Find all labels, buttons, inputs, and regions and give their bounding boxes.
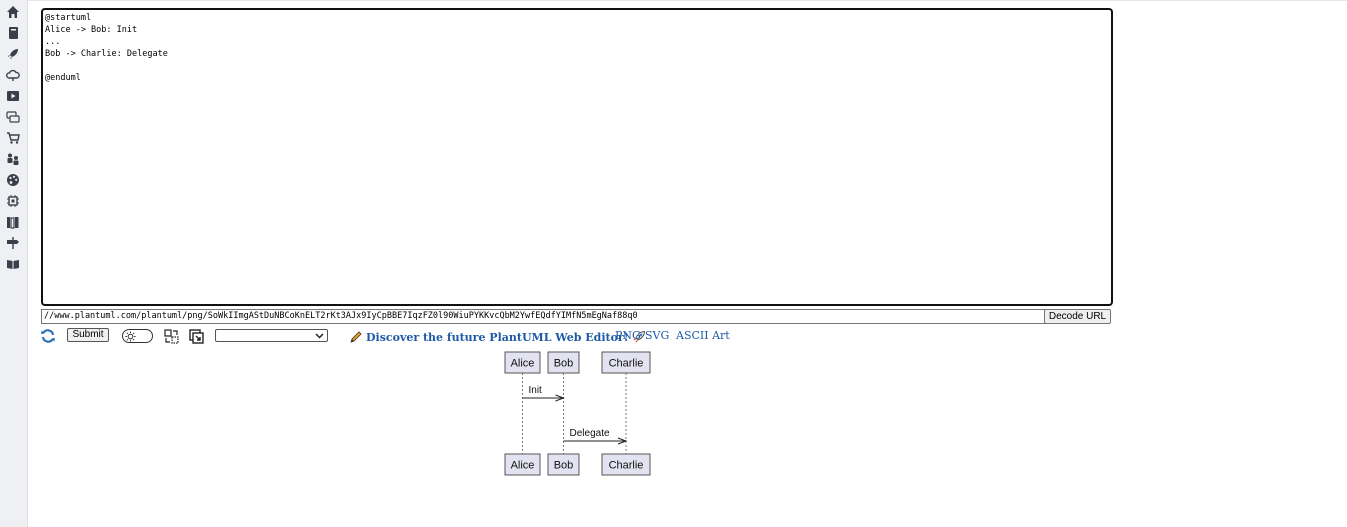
discover-text[interactable]: Discover the future PlantUML Web Editor! — [366, 331, 629, 344]
sidebar — [0, 0, 28, 527]
people-icon[interactable] — [6, 152, 20, 166]
decode-url-button[interactable]: Decode URL — [1044, 309, 1111, 324]
reader-icon[interactable] — [6, 257, 20, 271]
chat-icon[interactable] — [6, 110, 20, 124]
rocket-icon[interactable] — [6, 47, 20, 61]
ascii-art-link[interactable]: ASCII Art — [676, 329, 730, 342]
pencil-icon — [349, 330, 363, 344]
url-input[interactable]: //www.plantuml.com/plantuml/png/SoWkIImg… — [41, 309, 1046, 324]
book-icon[interactable] — [6, 26, 20, 40]
participant-label: Charlie — [609, 460, 644, 472]
example-select[interactable] — [215, 329, 328, 342]
message-label: Init — [529, 385, 543, 396]
library-icon[interactable] — [6, 215, 20, 229]
chip-icon[interactable] — [6, 194, 20, 208]
home-icon[interactable] — [6, 5, 20, 19]
participant-label: Alice — [511, 358, 535, 370]
participant-label: Bob — [554, 358, 574, 370]
split-view-icon[interactable] — [164, 329, 179, 344]
submit-button[interactable]: Submit — [67, 328, 109, 342]
chevron-down-icon — [315, 333, 324, 339]
theme-toggle[interactable] — [122, 329, 153, 343]
top-divider — [28, 0, 1347, 1]
sequence-diagram-canvas: Alice Alice Bob Bob Charlie Charlie Init Delega… — [504, 351, 651, 476]
cart-icon[interactable] — [6, 131, 20, 145]
signpost-icon[interactable] — [6, 236, 20, 250]
png-link[interactable]: PNG — [615, 329, 641, 342]
discover-link[interactable]: Discover the future PlantUML Web Editor! — [349, 329, 646, 345]
message-label: Delegate — [570, 428, 610, 439]
play-icon[interactable] — [6, 89, 20, 103]
editor-content[interactable]: @startuml Alice -> Bob: Init ... Bob -> … — [43, 10, 1111, 84]
participant-label: Charlie — [609, 358, 644, 370]
open-window-icon[interactable] — [189, 329, 204, 344]
refresh-icon[interactable] — [40, 328, 56, 344]
svg-link[interactable]: SVG — [645, 329, 669, 342]
sun-icon — [125, 331, 136, 342]
cloud-icon[interactable] — [6, 68, 20, 82]
sequence-diagram: Alice Alice Bob Bob Charlie Charlie Init Delega… — [500, 350, 660, 480]
participant-label: Bob — [554, 460, 574, 472]
participant-label: Alice — [511, 460, 535, 472]
code-editor[interactable]: @startuml Alice -> Bob: Init ... Bob -> … — [41, 8, 1113, 306]
palette-icon[interactable] — [6, 173, 20, 187]
